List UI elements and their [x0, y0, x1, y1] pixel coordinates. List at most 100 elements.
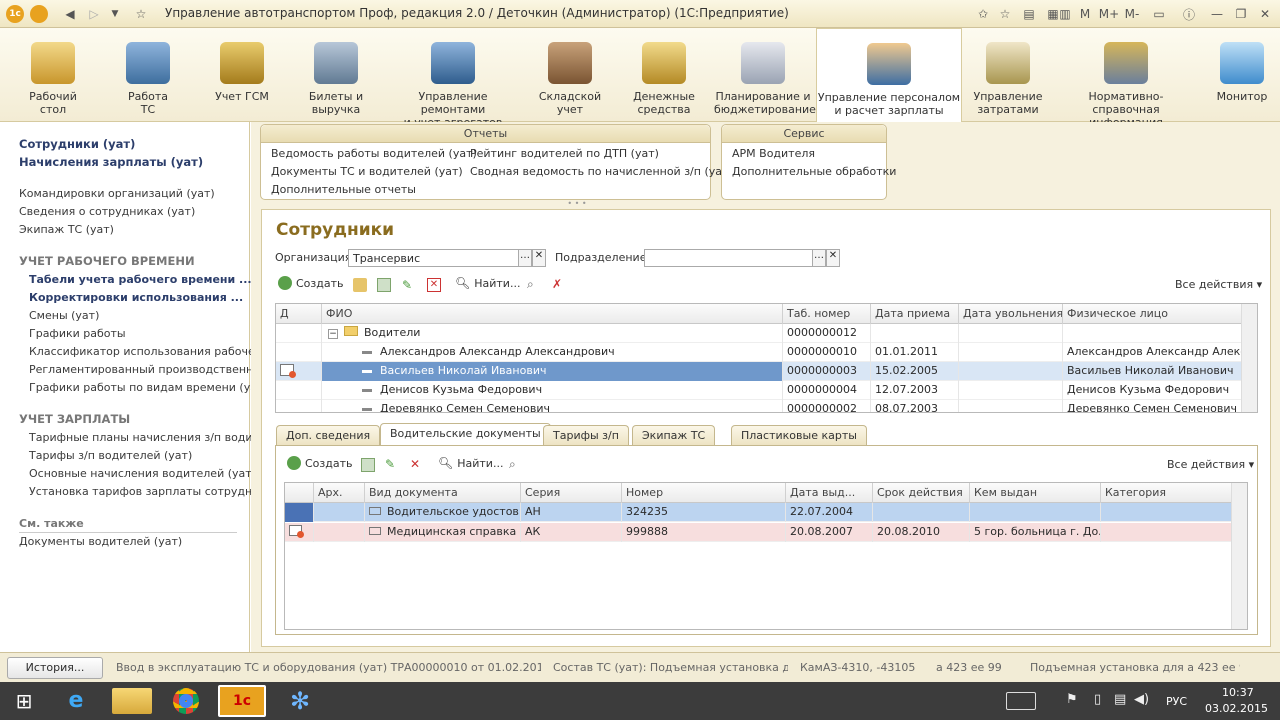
org-clear-icon[interactable]: ✕	[532, 249, 546, 267]
delete-mark-icon[interactable]: ✕	[427, 278, 441, 292]
language-indicator[interactable]: РУС	[1166, 695, 1187, 708]
info-icon[interactable]: ⓘ	[1180, 5, 1198, 23]
table-scrollbar[interactable]	[1231, 483, 1247, 629]
org-select-button[interactable]: …	[518, 249, 532, 267]
header-hire[interactable]: Дата приема	[871, 304, 959, 324]
bookmark-icon[interactable]: ✩	[974, 5, 992, 23]
header-number[interactable]: Номер	[622, 483, 786, 503]
battery-icon[interactable]: ▯	[1094, 692, 1101, 707]
section-vehicles[interactable]: Работа ТС	[104, 28, 192, 122]
windows-start-icon[interactable]: ⊞	[4, 685, 44, 717]
tab-plastic-cards[interactable]: Пластиковые карты	[731, 425, 867, 445]
header-d[interactable]: Д	[276, 304, 322, 324]
edit-pencil-icon[interactable]: ✎	[385, 457, 399, 471]
menu-icon[interactable]	[30, 5, 48, 23]
report-link[interactable]: Документы ТС и водителей (уат)	[271, 165, 463, 178]
status-item[interactable]: Ввод в эксплуатацию ТС и оборудования (у…	[116, 661, 541, 674]
status-item[interactable]: а 423 ее 99	[936, 661, 1026, 674]
nav-item[interactable]: Графики работы по видам времени (уат)	[29, 381, 268, 394]
splitter-handle[interactable]: • • •	[562, 200, 592, 208]
header-category[interactable]: Категория	[1101, 483, 1232, 503]
section-desktop[interactable]: Рабочий стол	[8, 28, 98, 122]
create-button[interactable]: Создать	[278, 276, 344, 290]
history-button[interactable]: История...	[7, 657, 103, 679]
nav-item[interactable]: Командировки организаций (уат)	[19, 187, 215, 200]
nav-item[interactable]: Регламентированный производственн...	[29, 363, 264, 376]
section-costs[interactable]: Управление затратами	[966, 28, 1050, 122]
cancel-search-icon[interactable]: ⌕	[509, 457, 525, 473]
doc-find-button[interactable]: 🔍︎ Найти...	[438, 456, 503, 470]
section-money[interactable]: Денежные средства	[620, 28, 708, 122]
section-warehouse[interactable]: Складской учет	[526, 28, 614, 122]
tab-crew[interactable]: Экипаж ТС	[632, 425, 716, 445]
minimize-icon[interactable]: —	[1208, 5, 1226, 23]
memory-m-button[interactable]: M	[1076, 5, 1094, 23]
status-item[interactable]: КамАЗ-4310, -43105	[800, 661, 924, 674]
collapse-icon[interactable]: −	[328, 329, 338, 339]
delete-icon[interactable]: ✕	[410, 457, 424, 471]
nav-employees[interactable]: Сотрудники (уат)	[19, 137, 135, 151]
section-reference[interactable]: Нормативно-справочная информация	[1056, 28, 1196, 129]
table-row-selected[interactable]: Водительское удостов... АН 324235 22.07.…	[285, 503, 1232, 522]
nav-item[interactable]: Табели учета рабочего времени ...	[29, 273, 252, 286]
tab-tariffs[interactable]: Тарифы з/п	[543, 425, 629, 445]
star-icon[interactable]: ☆	[996, 5, 1014, 23]
nav-item[interactable]: Корректировки использования ...	[29, 291, 243, 304]
header-tab[interactable]: Таб. номер	[783, 304, 871, 324]
memory-minus-button[interactable]: M-	[1122, 5, 1142, 23]
section-planning[interactable]: Планирование и бюджетирование	[714, 28, 816, 122]
org-field[interactable]: Трансервис	[348, 249, 520, 267]
dept-field[interactable]	[644, 249, 814, 267]
header-doc-kind[interactable]: Вид документа	[365, 483, 521, 503]
chrome-icon[interactable]	[164, 685, 208, 717]
favorites-star-icon[interactable]: ☆	[132, 5, 150, 23]
report-link[interactable]: Сводная ведомость по начисленной з/п (уа…	[470, 165, 733, 178]
cancel-search-icon[interactable]: ⌕	[527, 277, 543, 293]
print-icon[interactable]: ▤	[1020, 5, 1038, 23]
nav-item[interactable]: Классификатор использования рабоче...	[29, 345, 265, 358]
add-group-icon[interactable]	[353, 278, 367, 292]
internet-explorer-icon[interactable]: e	[52, 685, 100, 717]
clock-date[interactable]: 03.02.2015	[1205, 702, 1268, 715]
header-archive[interactable]: Арх.	[314, 483, 365, 503]
table-row-selected[interactable]: Васильев Николай Иванович 0000000003 15.…	[276, 362, 1243, 381]
nav-item[interactable]: Смены (уат)	[29, 309, 99, 322]
tab-additional-info[interactable]: Доп. сведения	[276, 425, 381, 445]
report-link[interactable]: Ведомость работы водителей (уат)	[271, 147, 477, 160]
service-link[interactable]: АРМ Водителя	[732, 147, 815, 160]
volume-icon[interactable]: ◀)	[1134, 692, 1149, 707]
calculator-icon[interactable]: ▥	[1056, 5, 1074, 23]
copy-icon[interactable]	[361, 458, 375, 472]
table-row[interactable]: Денисов Кузьма Федорович 0000000004 12.0…	[276, 381, 1243, 400]
header-person[interactable]: Физическое лицо	[1063, 304, 1243, 324]
find-button[interactable]: 🔍︎ Найти...	[455, 276, 520, 290]
report-link[interactable]: Рейтинг водителей по ДТП (уат)	[470, 147, 659, 160]
section-personnel[interactable]: Управление персоналом и расчет зарплаты	[816, 28, 962, 122]
dept-select-button[interactable]: …	[812, 249, 826, 267]
nav-salary-accruals[interactable]: Начисления зарплаты (уат)	[19, 155, 203, 169]
status-item[interactable]: Состав ТС (уат): Подъемная установка для	[553, 661, 788, 674]
nav-item[interactable]: Документы водителей (уат)	[19, 535, 182, 548]
1c-app-icon[interactable]: 1c	[218, 685, 266, 717]
section-monitor[interactable]: Монитор	[1204, 28, 1280, 122]
file-explorer-icon[interactable]	[112, 688, 152, 714]
dept-clear-icon[interactable]: ✕	[826, 249, 840, 267]
memory-plus-button[interactable]: M+	[1098, 5, 1120, 23]
flag-icon[interactable]: ⚑	[1066, 692, 1078, 707]
section-fuel[interactable]: Учет ГСМ	[198, 28, 286, 122]
header-valid-until[interactable]: Срок действия	[873, 483, 970, 503]
nav-item[interactable]: Основные начисления водителей (уат)	[29, 467, 256, 480]
edit-pencil-icon[interactable]: ✎	[402, 278, 416, 292]
nav-item[interactable]: Установка тарифов зарплаты сотрудн...	[29, 485, 263, 498]
restore-icon[interactable]: ❐	[1232, 5, 1250, 23]
forward-icon[interactable]: ▷	[84, 5, 104, 23]
dropdown-icon[interactable]: ▼	[108, 5, 122, 23]
table-row[interactable]: Медицинская справка АК 999888 20.08.2007…	[285, 523, 1232, 542]
close-icon[interactable]: ✕	[1256, 5, 1274, 23]
header-issued-by[interactable]: Кем выдан	[970, 483, 1101, 503]
tab-driver-documents[interactable]: Водительские документы	[380, 423, 551, 445]
header-issue-date[interactable]: Дата выд...	[786, 483, 873, 503]
nav-item[interactable]: Экипаж ТС (уат)	[19, 223, 114, 236]
table-row[interactable]: Деревянко Семен Семенович 0000000002 08.…	[276, 400, 1243, 412]
table-row-group[interactable]: − Водители 0000000012	[276, 324, 1243, 343]
